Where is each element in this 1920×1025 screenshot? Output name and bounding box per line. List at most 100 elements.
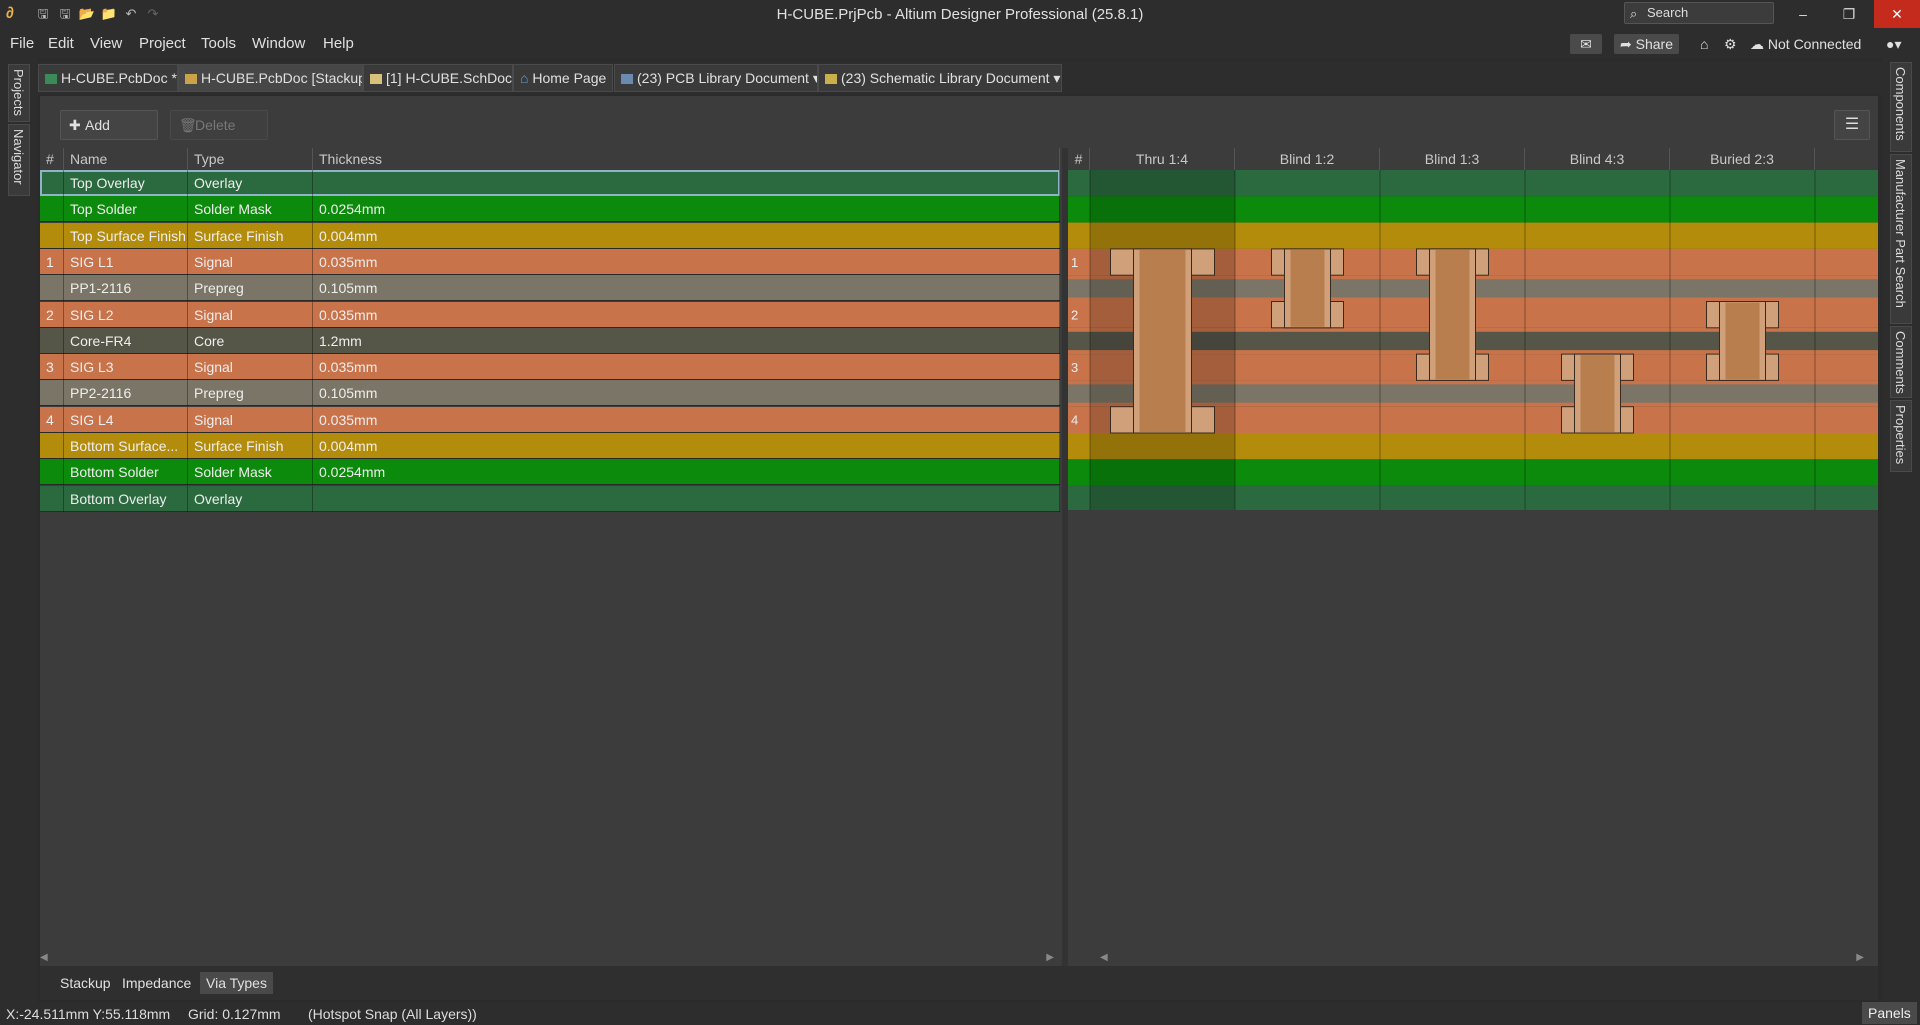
cell-thickness[interactable]: 0.105mm [313,275,1060,302]
menu-help[interactable]: Help [323,35,354,52]
tab-via-types[interactable]: Via Types [200,972,273,994]
tab-schdoc[interactable]: [1] H-CUBE.SchDoc [363,64,513,92]
feedback-button[interactable]: ✉ [1570,34,1602,54]
cell-thickness[interactable]: 0.0254mm [313,459,1060,486]
scroll-right-icon[interactable]: ▶ [1046,952,1054,963]
cell-type[interactable]: Solder Mask [188,459,313,486]
via-hscrollbar[interactable]: ◀ ▶ [1100,952,1870,966]
components-panel-tab[interactable]: Components [1890,62,1912,152]
chevron-down-icon[interactable]: ▾ [1050,70,1060,86]
comments-panel-tab[interactable]: Comments [1890,326,1912,398]
cell-name[interactable]: SIG L1 [64,248,188,275]
cell-name[interactable]: Bottom Overlay [64,485,188,512]
cell-name[interactable]: Bottom Surface... [64,433,188,459]
menu-project[interactable]: Project [139,35,186,52]
cell-thickness[interactable]: 0.035mm [313,354,1060,381]
layer-row[interactable]: Top Solder Solder Mask 0.0254mm [40,196,1060,223]
add-button[interactable]: ✚ Add [60,110,158,140]
save-icon[interactable]: 🖫 [34,5,52,23]
menu-window[interactable]: Window [252,35,305,52]
not-connected-button[interactable]: ☁ Not Connected [1750,34,1861,54]
layer-row[interactable]: 1 SIG L1 Signal 0.035mm [40,248,1060,275]
cell-type[interactable]: Solder Mask [188,196,313,223]
altium-logo-icon[interactable]: ∂ [6,5,24,23]
layer-row[interactable]: Bottom Surface... Surface Finish 0.004mm [40,433,1060,459]
cell-name[interactable]: Core-FR4 [64,327,188,354]
cell-type[interactable]: Overlay [188,170,313,196]
cell-thickness[interactable]: 0.004mm [313,222,1060,249]
cell-name[interactable]: Top Solder [64,196,188,223]
cell-name[interactable]: Bottom Solder [64,459,188,486]
scroll-left-icon[interactable]: ◀ [1100,952,1108,963]
cell-name[interactable]: Top Overlay [64,170,188,196]
col-header-thickness[interactable]: Thickness [313,148,1060,170]
cell-type[interactable]: Signal [188,354,313,381]
cell-thickness[interactable]: 0.035mm [313,406,1060,433]
cell-thickness[interactable] [313,170,1060,196]
search-input[interactable]: ⌕ Search [1624,2,1774,24]
cell-thickness[interactable]: 0.105mm [313,380,1060,407]
cell-type[interactable]: Signal [188,406,313,433]
projects-panel-tab[interactable]: Projects [8,64,30,122]
cell-type[interactable]: Surface Finish [188,433,313,459]
layer-row[interactable]: Top Overlay Overlay [40,170,1060,196]
gear-icon[interactable]: ⚙ [1724,34,1737,54]
menu-hamburger-button[interactable]: ☰ [1834,110,1870,140]
cell-name[interactable]: SIG L2 [64,301,188,328]
via-col-header[interactable]: Buried 2:3 [1670,148,1815,170]
delete-button[interactable]: 🗑 Delete [170,110,268,140]
layer-row[interactable]: 2 SIG L2 Signal 0.035mm [40,301,1060,328]
scroll-right-icon[interactable]: ▶ [1856,952,1864,963]
cell-thickness[interactable]: 1.2mm [313,327,1060,354]
tab-impedance[interactable]: Impedance [116,972,197,994]
cell-type[interactable]: Signal [188,248,313,275]
cell-type[interactable]: Overlay [188,485,313,512]
via-col-header[interactable]: Blind 1:2 [1235,148,1380,170]
layer-row[interactable]: Core-FR4 Core 1.2mm [40,327,1060,354]
cell-type[interactable]: Prepreg [188,380,313,407]
cell-name[interactable]: PP1-2116 [64,275,188,302]
cell-thickness[interactable] [313,485,1060,512]
user-icon[interactable]: ●▾ [1886,34,1901,54]
share-button[interactable]: ➦ Share [1614,34,1679,54]
layer-row[interactable]: PP2-2116 Prepreg 0.105mm [40,380,1060,407]
close-button[interactable]: ✕ [1874,0,1920,28]
cell-name[interactable]: Top Surface Finish [64,222,188,249]
open-project-icon[interactable]: 📁 [100,5,118,23]
tab-home-page[interactable]: ⌂ Home Page [513,64,613,92]
cell-type[interactable]: Surface Finish [188,222,313,249]
minimize-button[interactable]: – [1780,0,1826,28]
menu-edit[interactable]: Edit [48,35,74,52]
restore-button[interactable]: ❐ [1826,0,1872,28]
layer-row[interactable]: Top Surface Finish Surface Finish 0.004mm [40,222,1060,249]
cell-name[interactable]: PP2-2116 [64,380,188,407]
navigator-panel-tab[interactable]: Navigator [8,124,30,196]
open-folder-icon[interactable]: 📂 [78,5,96,23]
tab-pcbdoc[interactable]: H-CUBE.PcbDoc * [38,64,178,92]
layer-row[interactable]: Bottom Overlay Overlay [40,485,1060,512]
via-col-header[interactable]: Blind 1:3 [1380,148,1525,170]
manufacturer-part-search-tab[interactable]: Manufacturer Part Search [1890,154,1912,324]
tab-sch-library[interactable]: (23) Schematic Library Document ▾ [818,64,1062,92]
tab-pcb-library[interactable]: (23) PCB Library Document ▾ [614,64,818,92]
scroll-left-icon[interactable]: ◀ [40,952,48,963]
cell-type[interactable]: Prepreg [188,275,313,302]
layer-row[interactable]: 4 SIG L4 Signal 0.035mm [40,406,1060,433]
cell-type[interactable]: Core [188,327,313,354]
menu-view[interactable]: View [90,35,122,52]
cell-name[interactable]: SIG L3 [64,354,188,381]
col-header-type[interactable]: Type [188,148,313,170]
panels-button[interactable]: Panels [1862,1002,1917,1024]
home-icon[interactable]: ⌂ [1700,34,1708,54]
cell-thickness[interactable]: 0.004mm [313,433,1060,459]
cell-thickness[interactable]: 0.0254mm [313,196,1060,223]
cell-name[interactable]: SIG L4 [64,406,188,433]
via-col-header[interactable]: Blind 4:3 [1525,148,1670,170]
grid-hscrollbar[interactable]: ◀ ▶ [40,952,1060,966]
layer-row[interactable]: 3 SIG L3 Signal 0.035mm [40,354,1060,381]
cell-thickness[interactable]: 0.035mm [313,248,1060,275]
redo-icon[interactable]: ↷ [144,5,162,23]
layer-row[interactable]: PP1-2116 Prepreg 0.105mm [40,275,1060,302]
menu-tools[interactable]: Tools [201,35,236,52]
menu-file[interactable]: File [10,35,34,52]
